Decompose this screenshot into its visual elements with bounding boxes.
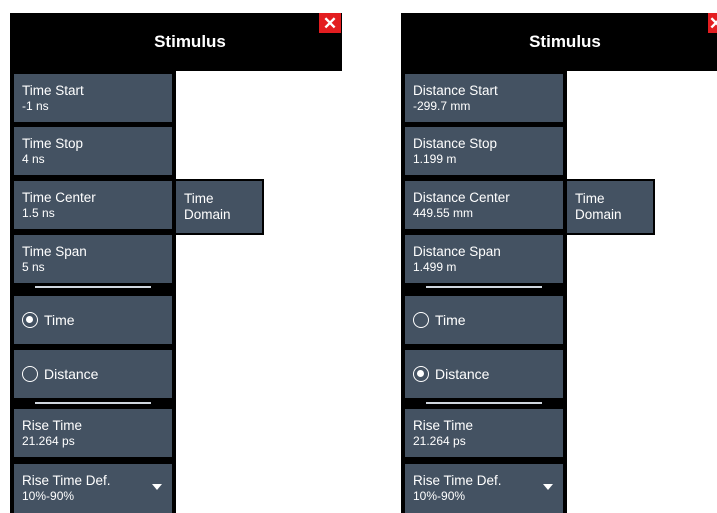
time-stop-button[interactable]: Time Stop 4 ns <box>14 127 172 175</box>
tab-label-line2: Domain <box>184 207 231 222</box>
time-domain-tab[interactable]: Time Domain <box>176 179 264 235</box>
divider <box>35 402 151 404</box>
button-label: Time Stop <box>22 136 84 151</box>
button-value: 1.199 m <box>413 152 457 166</box>
radio-distance[interactable]: Distance <box>14 350 172 398</box>
rise-time-button[interactable]: Rise Time 21.264 ps <box>405 409 563 457</box>
time-domain-tab[interactable]: Time Domain <box>567 179 655 235</box>
button-value: 449.55 mm <box>413 206 474 220</box>
close-icon: ✕ <box>708 13 717 33</box>
button-label: Distance Stop <box>413 136 498 151</box>
radio-selected-icon <box>22 312 38 328</box>
chevron-down-icon <box>152 484 162 490</box>
radio-label: Distance <box>435 366 490 382</box>
button-label: Time Span <box>22 244 87 259</box>
rise-time-def-dropdown[interactable]: Rise Time Def. 10%-90% <box>14 464 172 513</box>
radio-label: Time <box>435 312 466 328</box>
button-label: Rise Time <box>22 418 83 433</box>
button-label: Distance Center <box>413 190 510 205</box>
button-value: -1 ns <box>22 99 49 113</box>
rise-time-def-dropdown[interactable]: Rise Time Def. 10%-90% <box>405 464 563 513</box>
button-label: Time Start <box>22 83 84 98</box>
divider <box>426 286 542 288</box>
button-value: 1.499 m <box>413 260 457 274</box>
distance-span-button[interactable]: Distance Span 1.499 m <box>405 235 563 283</box>
radio-unselected-icon <box>413 312 429 328</box>
distance-start-button[interactable]: Distance Start -299.7 mm <box>405 74 563 122</box>
radio-label: Time <box>44 312 75 328</box>
softkey-column: Distance Start -299.7 mm Distance Stop 1… <box>401 71 567 513</box>
softkey-column: Time Start -1 ns Time Stop 4 ns Time Cen… <box>10 71 176 513</box>
button-label: Rise Time <box>413 418 474 433</box>
radio-distance[interactable]: Distance <box>405 350 563 398</box>
distance-center-button[interactable]: Distance Center 449.55 mm <box>405 181 563 229</box>
button-label: Time Center <box>22 190 96 205</box>
button-value: 4 ns <box>22 152 45 166</box>
button-value: 1.5 ns <box>22 206 55 220</box>
close-button[interactable]: ✕ <box>708 13 717 33</box>
button-value: 21.264 ps <box>22 434 75 448</box>
close-button[interactable]: ✕ <box>319 13 341 33</box>
button-label: Distance Start <box>413 83 498 98</box>
radio-time[interactable]: Time <box>405 296 563 344</box>
radio-unselected-icon <box>22 366 38 382</box>
close-icon: ✕ <box>322 13 338 33</box>
radio-label: Distance <box>44 366 99 382</box>
tab-label-line2: Domain <box>575 207 622 222</box>
tab-label-line1: Time <box>184 191 214 206</box>
divider <box>426 402 542 404</box>
button-value: 21.264 ps <box>413 434 466 448</box>
button-label: Rise Time Def. <box>413 473 502 488</box>
panel-header: Stimulus <box>401 13 717 71</box>
panel-header: Stimulus <box>10 13 342 71</box>
chevron-down-icon <box>543 484 553 490</box>
time-start-button[interactable]: Time Start -1 ns <box>14 74 172 122</box>
radio-selected-icon <box>413 366 429 382</box>
time-span-button[interactable]: Time Span 5 ns <box>14 235 172 283</box>
tab-label-line1: Time <box>575 191 605 206</box>
panel-title: Stimulus <box>529 32 601 51</box>
button-label: Rise Time Def. <box>22 473 111 488</box>
time-center-button[interactable]: Time Center 1.5 ns <box>14 181 172 229</box>
rise-time-button[interactable]: Rise Time 21.264 ps <box>14 409 172 457</box>
panel-title: Stimulus <box>154 32 226 51</box>
button-label: Distance Span <box>413 244 501 259</box>
button-value: 10%-90% <box>22 489 75 503</box>
distance-stop-button[interactable]: Distance Stop 1.199 m <box>405 127 563 175</box>
button-value: 10%-90% <box>413 489 466 503</box>
stimulus-panel-time: Stimulus ✕ Time Start -1 ns Time Stop 4 … <box>10 0 342 513</box>
button-value: -299.7 mm <box>413 99 471 113</box>
button-value: 5 ns <box>22 260 45 274</box>
radio-time[interactable]: Time <box>14 296 172 344</box>
divider <box>35 286 151 288</box>
stimulus-panel-distance: Stimulus ✕ Distance Start -299.7 mm Dist… <box>401 0 717 513</box>
